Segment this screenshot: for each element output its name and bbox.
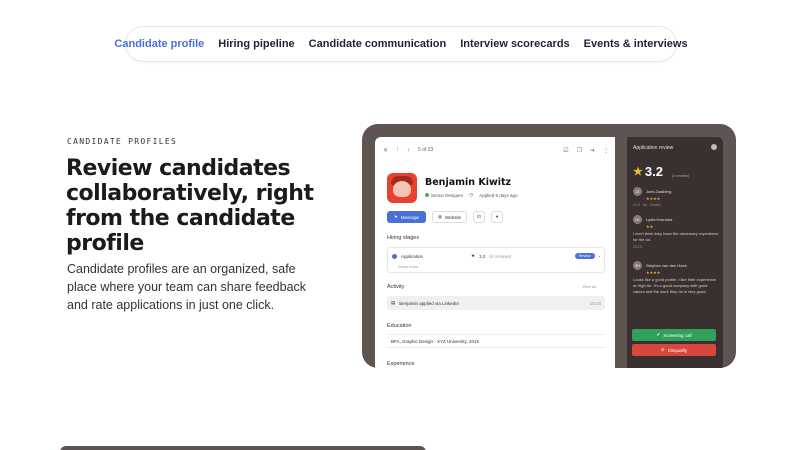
reviewer-name: Stephen van den Hoek bbox=[646, 263, 687, 268]
document-icon: ▤ bbox=[391, 300, 396, 305]
review-body: Looks like a good profile. I like their … bbox=[633, 277, 717, 294]
globe-icon: ◍ bbox=[438, 214, 442, 219]
next-section-preview bbox=[60, 446, 426, 450]
star-icon: ★ bbox=[471, 253, 476, 258]
avatar: LK bbox=[633, 215, 642, 224]
review-stars: ★★ bbox=[646, 224, 654, 229]
review-panel-title: Application review bbox=[633, 145, 674, 151]
stage-pill[interactable]: Review bbox=[575, 253, 595, 259]
tab-events-interviews[interactable]: Events & interviews bbox=[584, 38, 688, 50]
star-icon: ★ bbox=[633, 166, 643, 178]
screening-call-button[interactable]: ✔ Screening call bbox=[632, 329, 716, 341]
view-all-link[interactable]: View all bbox=[582, 284, 596, 289]
activity-title: Activity bbox=[387, 284, 405, 290]
stage-score: 3.2 bbox=[479, 253, 486, 259]
candidate-avatar bbox=[387, 173, 417, 203]
candidate-role: Senior Designer bbox=[431, 192, 464, 198]
arrow-up-icon[interactable]: ↑ bbox=[396, 147, 399, 153]
activity-text: Benjamin applied via LinkedIn bbox=[399, 300, 460, 306]
section-eyebrow: CANDIDATE PROFILES bbox=[67, 137, 178, 146]
app-mockup: ✕ ↑ ↓ 5 of 23 ☑ ❐ ➔ ⋮ Benjamin Kiwitz Se… bbox=[362, 124, 736, 368]
review-score: ★ 3.2 bbox=[633, 164, 663, 179]
experience-title: Experience bbox=[387, 361, 415, 367]
activity-item: ▤ Benjamin applied via LinkedIn 10:34 bbox=[387, 296, 605, 310]
review-stars: ★★★★ bbox=[646, 270, 661, 275]
profile-toolbar: ✕ ↑ ↓ 5 of 23 ☑ ❐ ➔ ⋮ bbox=[383, 143, 609, 157]
linkedin-icon: in bbox=[477, 214, 482, 220]
show-more-link[interactable]: Show more bbox=[398, 264, 418, 269]
avatar: JZ bbox=[633, 187, 642, 196]
stage-status-icon bbox=[392, 253, 397, 259]
disqualify-button[interactable]: ⊘ Disqualify bbox=[632, 344, 716, 356]
tab-candidate-profile[interactable]: Candidate profile bbox=[114, 38, 204, 50]
review-item: SH Stephen van den Hoek ★★★★ Looks like a… bbox=[633, 261, 719, 295]
website-button[interactable]: ◍ Website bbox=[432, 211, 468, 223]
section-description: Candidate profiles are an organized, saf… bbox=[67, 262, 307, 312]
arrow-down-icon[interactable]: ↓ bbox=[407, 147, 410, 153]
tab-interview-scorecards[interactable]: Interview scorecards bbox=[460, 38, 569, 50]
stage-name: Application bbox=[401, 253, 424, 259]
linkedin-button[interactable]: in bbox=[473, 211, 486, 223]
tab-hiring-pipeline[interactable]: Hiring pipeline bbox=[218, 38, 294, 50]
pager-text: 5 of 23 bbox=[418, 147, 434, 153]
copy-icon[interactable]: ❐ bbox=[577, 147, 582, 154]
check-circle-icon: ✔ bbox=[656, 332, 661, 337]
review-item: JZ Joris Zaalberg ★★★★ 4:13 · 6d · Detail… bbox=[633, 187, 719, 207]
avatar: SH bbox=[633, 261, 642, 270]
chevron-right-icon[interactable]: › bbox=[599, 254, 601, 259]
activity-time: 10:34 bbox=[589, 300, 601, 306]
candidate-meta: Senior Designer ◷ Applied 5 days ago bbox=[425, 192, 518, 198]
application-review-panel: Application review ★ 3.2 (4 reviews) JZ Jo… bbox=[627, 137, 723, 368]
page: Candidate profile Hiring pipeline Candid… bbox=[0, 0, 800, 450]
candidate-name: Benjamin Kiwitz bbox=[425, 177, 512, 188]
more-icon[interactable]: ⋮ bbox=[603, 147, 609, 154]
message-button[interactable]: ➤ Message bbox=[387, 211, 427, 223]
review-item: LK Lydia Kvenstra ★★ I don't think they h… bbox=[633, 215, 719, 249]
profile-actions: ➤ Message ◍ Website in ● bbox=[387, 211, 504, 223]
close-icon[interactable] bbox=[711, 144, 717, 150]
hiring-stage-card: Application ★ 3.2 (4 reviews) Review › S… bbox=[387, 247, 605, 273]
stage-row[interactable]: Application ★ 3.2 (4 reviews) Review › bbox=[392, 251, 600, 261]
candidate-profile-panel: ✕ ↑ ↓ 5 of 23 ☑ ❐ ➔ ⋮ Benjamin Kiwitz Se… bbox=[375, 137, 615, 368]
github-icon: ● bbox=[495, 214, 499, 220]
send-icon: ➤ bbox=[394, 214, 398, 219]
reviewer-name: Joris Zaalberg bbox=[646, 189, 672, 194]
reviewer-name: Lydia Kvenstra bbox=[646, 217, 673, 222]
feature-tab-bar: Candidate profile Hiring pipeline Candid… bbox=[114, 26, 688, 62]
block-icon: ⊘ bbox=[660, 347, 665, 352]
github-button[interactable]: ● bbox=[491, 211, 504, 223]
applied-text: Applied 5 days ago bbox=[479, 192, 518, 198]
education-title: Education bbox=[387, 323, 412, 329]
review-time: 15:13 bbox=[633, 245, 642, 249]
review-time: 4:13 · 6d · Details bbox=[633, 203, 661, 207]
education-item: BFA, Graphic Design - XYZ University, 20… bbox=[387, 334, 605, 348]
review-body: I don't think they have the necessary ex… bbox=[633, 231, 719, 242]
checkbox-icon[interactable]: ☑ bbox=[563, 147, 568, 154]
clock-icon: ◷ bbox=[469, 192, 474, 197]
stage-reviews: (4 reviews) bbox=[489, 253, 512, 259]
forward-icon[interactable]: ➔ bbox=[590, 147, 595, 154]
section-headline: Review candidates collaboratively, right… bbox=[66, 156, 314, 256]
review-stars: ★★★★ bbox=[646, 196, 661, 201]
tab-candidate-communication[interactable]: Candidate communication bbox=[309, 38, 447, 50]
hiring-stages-title: Hiring stages bbox=[387, 235, 420, 241]
close-icon[interactable]: ✕ bbox=[383, 147, 388, 154]
review-count: (4 reviews) bbox=[672, 174, 690, 178]
